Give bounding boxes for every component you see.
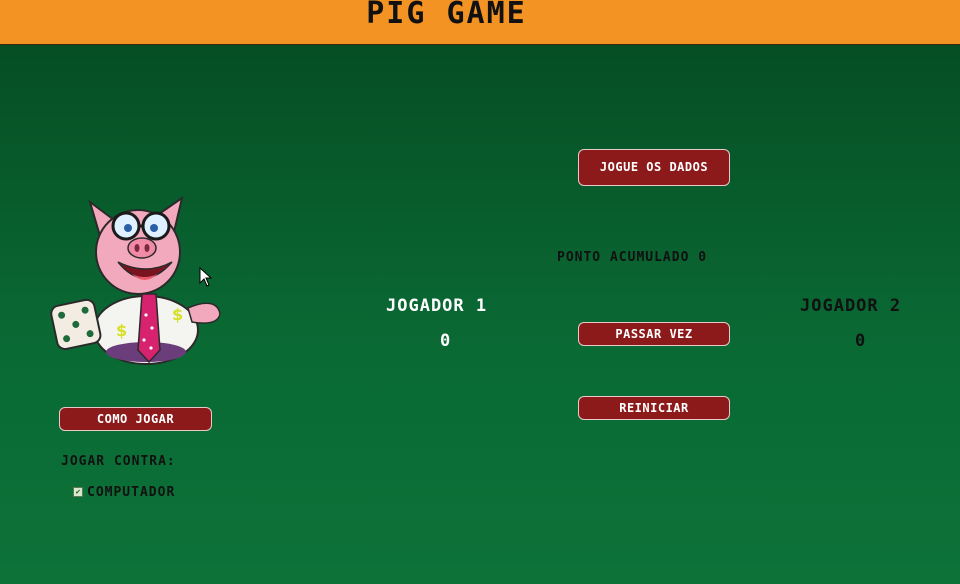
accumulated-points: PONTO ACUMULADO 0 <box>557 250 707 265</box>
computer-checkbox[interactable]: ✔ <box>73 487 83 497</box>
svg-text:$: $ <box>116 321 127 340</box>
header-bar: PIG GAME <box>0 0 960 45</box>
computer-label[interactable]: COMPUTADOR <box>87 485 175 500</box>
checkmark-icon: ✔ <box>75 487 81 496</box>
mouse-cursor-icon <box>199 267 213 287</box>
roll-dice-button[interactable]: JOGUE OS DADOS <box>578 149 730 186</box>
svg-text:$: $ <box>172 305 183 324</box>
pig-mascot-icon: $ $ <box>50 195 221 365</box>
player-2-name: JOGADOR 2 <box>800 296 902 316</box>
play-against-label: JOGAR CONTRA: <box>61 454 176 469</box>
accumulated-value: 0 <box>698 250 708 265</box>
accumulated-label: PONTO ACUMULADO <box>557 250 690 265</box>
page-title: PIG GAME <box>366 0 527 31</box>
pass-turn-button[interactable]: PASSAR VEZ <box>578 322 730 346</box>
how-to-play-button[interactable]: COMO JOGAR <box>59 407 212 431</box>
player-1-name: JOGADOR 1 <box>386 296 488 316</box>
player-2-score: 0 <box>855 331 867 351</box>
player-1-score: 0 <box>440 331 452 351</box>
reset-button[interactable]: REINICIAR <box>578 396 730 420</box>
